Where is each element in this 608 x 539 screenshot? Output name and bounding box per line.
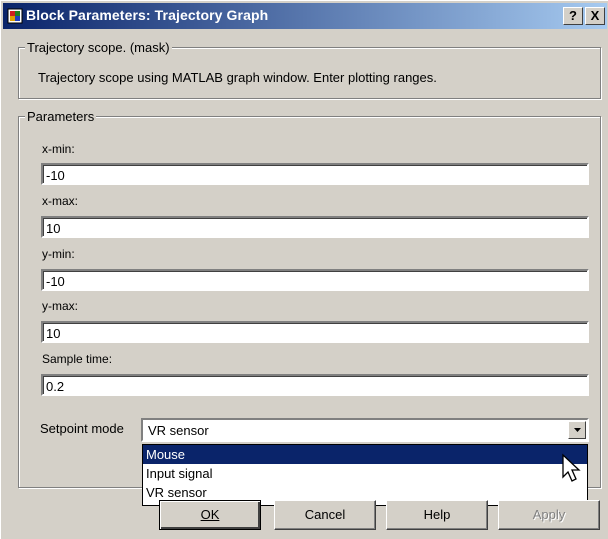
x-min-label: x-min: <box>42 142 75 156</box>
setpoint-mode-dropdown-list[interactable]: Mouse Input signal VR sensor <box>142 444 588 506</box>
setpoint-mode-select[interactable]: VR sensor <box>141 418 589 442</box>
x-max-field[interactable]: 10 <box>41 216 589 238</box>
window-title: Block Parameters: Trajectory Graph <box>26 7 269 23</box>
help-label: Help <box>423 507 451 522</box>
help-title-button[interactable]: ? <box>563 7 583 25</box>
ok-label: OK <box>200 507 220 522</box>
cancel-label: Cancel <box>304 507 346 522</box>
simulink-block-icon <box>7 8 23 24</box>
x-min-field[interactable]: -10 <box>41 163 589 185</box>
help-button[interactable]: Help <box>386 500 488 530</box>
parameters-legend: Parameters <box>25 109 97 124</box>
apply-label: Apply <box>532 507 566 522</box>
apply-button: Apply <box>498 500 600 530</box>
ok-button[interactable]: OK <box>159 500 261 530</box>
description-legend: Trajectory scope. (mask) <box>25 40 172 55</box>
option-input-signal[interactable]: Input signal <box>143 464 587 483</box>
sample-time-label: Sample time: <box>42 352 113 366</box>
mouse-pointer-icon <box>562 453 581 482</box>
setpoint-mode-label: Setpoint mode <box>40 421 124 436</box>
y-max-field[interactable]: 10 <box>41 321 589 343</box>
x-max-label: x-max: <box>42 194 78 208</box>
chevron-down-icon <box>573 428 581 432</box>
dropdown-button[interactable] <box>568 421 586 439</box>
close-title-button[interactable]: X <box>585 7 605 25</box>
title-bar[interactable]: Block Parameters: Trajectory Graph ? X <box>3 3 607 29</box>
option-mouse[interactable]: Mouse <box>143 445 587 464</box>
y-max-label: y-max: <box>42 299 78 313</box>
setpoint-mode-value: VR sensor <box>148 423 209 438</box>
cancel-button[interactable]: Cancel <box>274 500 376 530</box>
description-text: Trajectory scope using MATLAB graph wind… <box>38 70 437 85</box>
sample-time-field[interactable]: 0.2 <box>41 374 589 396</box>
block-parameters-dialog: Block Parameters: Trajectory Graph ? X T… <box>0 0 608 539</box>
y-min-field[interactable]: -10 <box>41 269 589 291</box>
y-min-label: y-min: <box>42 247 75 261</box>
